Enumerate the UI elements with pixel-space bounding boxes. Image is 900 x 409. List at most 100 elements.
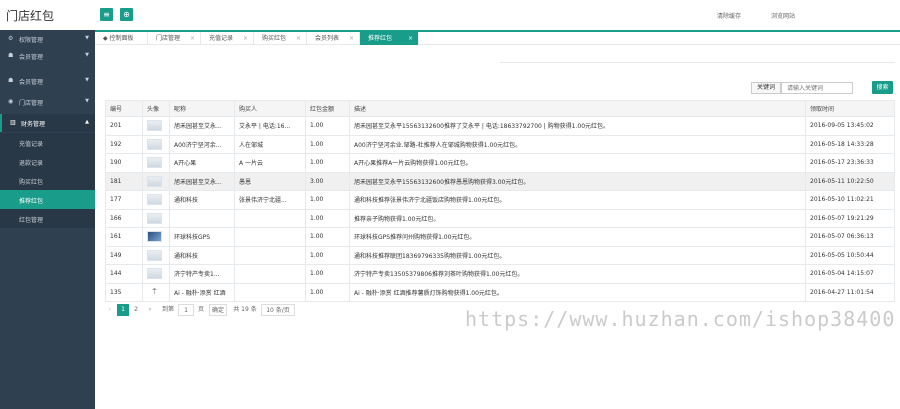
avatar xyxy=(147,268,162,280)
chevron-up-icon: ▲ xyxy=(85,119,89,125)
total-count: 共 19 条 xyxy=(233,306,257,313)
cell-amount: 1.00 xyxy=(305,245,350,265)
search-button[interactable]: 搜索 xyxy=(872,81,893,94)
cell-avatar xyxy=(142,171,170,191)
cell-id: 190 xyxy=(105,153,143,173)
cell-amount: 3.00 xyxy=(305,171,350,191)
cell-nickname: 旭禾园甚至艾永... xyxy=(169,116,235,136)
avatar xyxy=(147,138,162,150)
sidebar-subitem-redpacket-manage[interactable]: 红包管理 xyxy=(0,209,95,228)
next-page-icon[interactable]: › xyxy=(145,304,155,316)
sidebar-subitem-refund[interactable]: 退款记录 xyxy=(0,152,95,171)
col-header-amount[interactable]: 红包金额 xyxy=(305,100,350,117)
sidebar-item-permissions[interactable]: ⚙ 权限管理 ▼ xyxy=(0,30,95,48)
top-header: 门店红包 ≡ ⊕ 清除缓存 浏览网站 xyxy=(0,0,900,30)
sidebar-subitem-recharge[interactable]: 充值记录 xyxy=(0,133,95,152)
sidebar-item-members[interactable]: ☗ 会员管理 ▼ xyxy=(0,47,95,65)
cell-time: 2016-05-07 06:36:13 xyxy=(805,227,895,247)
app-logo: 门店红包 xyxy=(6,9,55,23)
sidebar-item-label: 权限管理 xyxy=(19,37,44,44)
goto-page-input[interactable]: 1 xyxy=(178,304,194,316)
close-icon[interactable]: × xyxy=(243,32,248,45)
cell-description: A开心果推荐A一片云购物获得1.00元红包。 xyxy=(349,153,806,173)
cell-description: A00济宁坚河余业.邹路-杜推荐人在邹城购物获得1.00元红包。 xyxy=(349,134,806,154)
tab-recommend-redpacket[interactable]: 推荐红包 × xyxy=(360,32,419,45)
cell-buyer: 愚恩 xyxy=(234,171,306,191)
menu-icon: ≡ xyxy=(103,10,110,19)
table-row[interactable]: 177 通和科技 张景伟济宁北疆... 1.00 通和科技推荐张景伟济宁北疆饭店… xyxy=(105,190,895,210)
table-row[interactable]: 135 ⍑ Ai - 融朴·添赏 红酒 1.00 Ai - 融朴·添赏 红酒推荐… xyxy=(105,282,895,302)
table-row[interactable]: 192 A00济宁坚河余... 人在邹城 1.00 A00济宁坚河余业.邹路-杜… xyxy=(105,134,895,154)
cell-nickname: 旭禾园甚至艾永... xyxy=(169,171,235,191)
chevron-down-icon: ▼ xyxy=(85,52,89,58)
table-row[interactable]: 149 通和科技 1.00 通和科技推荐联团18369796335购物获得1.0… xyxy=(105,245,895,265)
avatar xyxy=(147,120,162,132)
cell-time: 2016-05-18 14:33:28 xyxy=(805,134,895,154)
col-header-buyer[interactable]: 购买人 xyxy=(234,100,306,117)
close-icon[interactable]: × xyxy=(349,32,354,45)
prev-page-icon[interactable]: ‹ xyxy=(105,304,115,316)
sidebar-subitem-recommend-redpacket[interactable]: 推荐红包 xyxy=(0,190,95,209)
tab-label: 推荐红包 xyxy=(368,35,393,42)
redpacket-table: 编号 头像 昵称 购买人 红包金额 描述 领取时间 201 旭禾园甚至艾永...… xyxy=(105,100,895,302)
close-icon[interactable]: × xyxy=(190,32,195,45)
divider xyxy=(500,62,895,63)
sidebar-subitem-buy-redpacket[interactable]: 购买红包 xyxy=(0,171,95,190)
cell-id: 161 xyxy=(105,227,143,247)
cell-id: 201 xyxy=(105,116,143,136)
cell-buyer xyxy=(234,208,306,228)
table-row[interactable]: 166 1.00 推荐亲子购物获得1.00元红包。 2016-05-07 19:… xyxy=(105,208,895,228)
cell-description: 通和科技推荐联团18369796335购物获得1.00元红包。 xyxy=(349,245,806,265)
sidebar-item-finance[interactable]: ▥ 财务管理 ▲ xyxy=(0,114,95,132)
cell-buyer: A 一片云 xyxy=(234,153,306,173)
circle-icon: ◉ xyxy=(8,98,14,105)
keyword-search-input[interactable] xyxy=(781,82,853,94)
page-1-button[interactable]: 1 xyxy=(117,304,129,316)
clear-cache-link[interactable]: 清除缓存 xyxy=(717,11,741,20)
table-row[interactable]: 144 济宁特产专卖1... 1.00 济宁特产专卖13505379806推荐刘… xyxy=(105,264,895,284)
cell-id: 144 xyxy=(105,264,143,284)
cell-nickname: 济宁特产专卖1... xyxy=(169,264,235,284)
per-page-select[interactable]: 10 条/页 xyxy=(261,304,295,316)
goto-confirm-button[interactable]: 确定 xyxy=(209,304,227,316)
tab-dashboard[interactable]: ◆ 控制面板 xyxy=(95,32,148,45)
tab-label: 购买红包 xyxy=(262,35,287,42)
sidebar-item-members-2[interactable]: ☗ 会员管理 ▼ xyxy=(0,72,95,90)
table-row[interactable]: 190 A开心果 A 一片云 1.00 A开心果推荐A一片云购物获得1.00元红… xyxy=(105,153,895,173)
table-row[interactable]: 161 环球科技GPS 1.00 环球科技GPS推荐问州购物获得1.00元红包。… xyxy=(105,227,895,247)
table-row[interactable]: 201 旭禾园甚至艾永... 艾永平 | 电话:16... 1.00 旭禾园甚至… xyxy=(105,116,895,136)
col-header-time[interactable]: 领取时间 xyxy=(805,100,895,117)
cell-nickname: Ai - 融朴·添赏 红酒 xyxy=(169,282,235,302)
cell-time: 2016-04-27 11:01:54 xyxy=(805,282,895,302)
cell-id: 166 xyxy=(105,208,143,228)
cell-buyer: 张景伟济宁北疆... xyxy=(234,190,306,210)
cell-avatar xyxy=(142,264,170,284)
cell-buyer xyxy=(234,227,306,247)
tab-store-manage[interactable]: 门店管理 × xyxy=(148,32,201,45)
refresh-button[interactable]: ⊕ xyxy=(120,8,133,21)
col-header-nickname[interactable]: 昵称 xyxy=(169,100,235,117)
menu-toggle-button[interactable]: ≡ xyxy=(100,8,113,21)
cell-avatar xyxy=(142,116,170,136)
cell-id: 149 xyxy=(105,245,143,265)
close-icon[interactable]: × xyxy=(296,32,301,45)
page-2-button[interactable]: 2 xyxy=(131,304,141,316)
tab-buy-redpacket[interactable]: 购买红包 × xyxy=(254,32,307,45)
tab-member-list[interactable]: 会员列表 × xyxy=(307,32,360,45)
sidebar-item-stores[interactable]: ◉ 门店管理 ▼ xyxy=(0,93,95,111)
sidebar-item-label: 会员管理 xyxy=(19,54,44,61)
col-header-id[interactable]: 编号 xyxy=(105,100,143,117)
cell-description: 旭禾园甚至艾永平15563132600推荐了艾永平 | 电话:186337927… xyxy=(349,116,806,136)
chevron-down-icon: ▼ xyxy=(85,98,89,104)
cell-amount: 1.00 xyxy=(305,208,350,228)
cell-amount: 1.00 xyxy=(305,153,350,173)
col-header-description: 描述 xyxy=(349,100,806,117)
cell-description: Ai - 融朴·添赏 红酒推荐薯质灯饰购物获得1.00元红包。 xyxy=(349,282,806,302)
watermark: https://www.huzhan.com/ishop38400 xyxy=(465,307,896,331)
cell-id: 181 xyxy=(105,171,143,191)
cell-description: 济宁特产专卖13505379806推荐刘茶叶购物获得1.00元红包。 xyxy=(349,264,806,284)
close-icon[interactable]: × xyxy=(408,32,413,45)
table-row[interactable]: 181 旭禾园甚至艾永... 愚恩 3.00 旭禾园甚至艾永平155631326… xyxy=(105,171,895,191)
tab-recharge[interactable]: 充值记录 × xyxy=(201,32,254,45)
browse-site-link[interactable]: 浏览网站 xyxy=(771,11,795,20)
